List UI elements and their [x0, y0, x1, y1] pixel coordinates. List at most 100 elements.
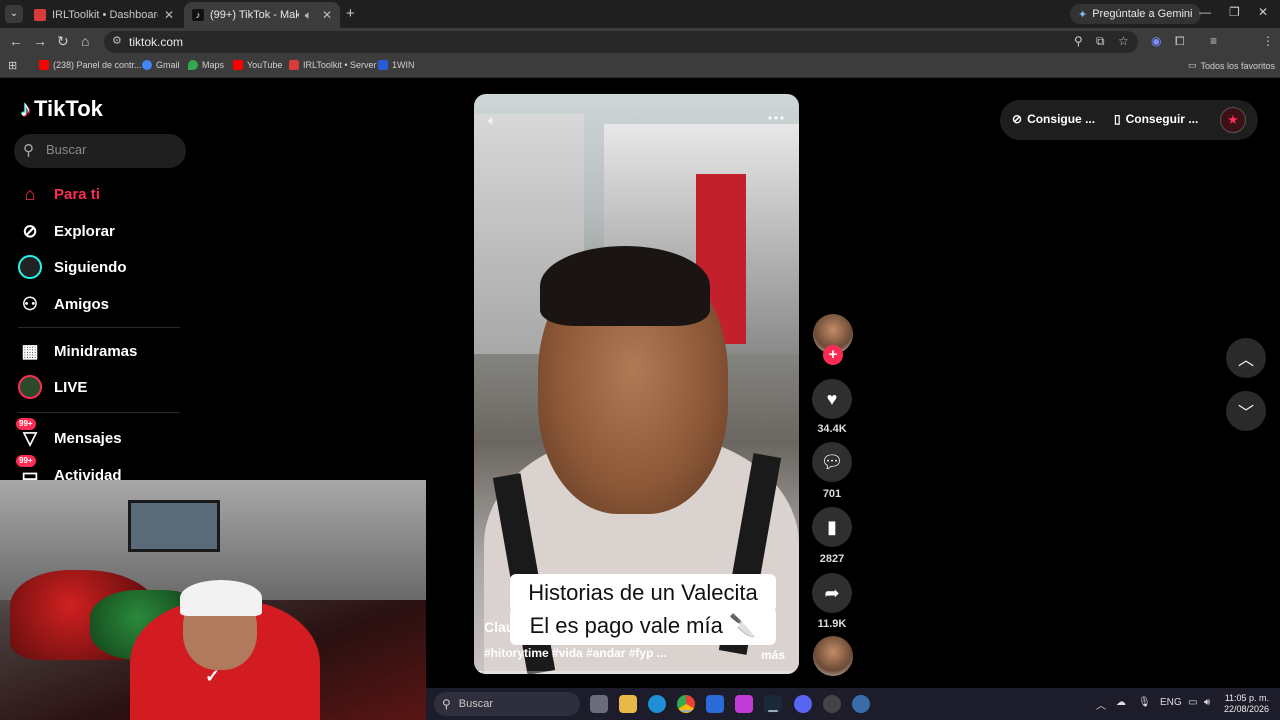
onedrive-icon[interactable]: ☁: [1116, 697, 1126, 708]
sidebar-item-para-ti[interactable]: ⌂ Para ti: [18, 179, 100, 209]
extensions-puzzle-icon[interactable]: ⧠: [1175, 34, 1185, 49]
search-input[interactable]: [46, 142, 176, 157]
search-icon: ⚲: [23, 142, 34, 159]
bookmark-label: 1WIN: [392, 60, 415, 70]
share-button[interactable]: ➦: [812, 573, 852, 613]
bookmark-star-icon[interactable]: ☆: [1118, 34, 1129, 48]
more-description-link[interactable]: más: [761, 648, 785, 662]
sidebar-item-siguiendo[interactable]: Siguiendo: [18, 252, 127, 282]
file-explorer-icon[interactable]: [619, 695, 637, 713]
video-player[interactable]: 🔈︎ ⋯ Claudio Historias de un Valecita El…: [474, 94, 799, 674]
steam-icon[interactable]: [764, 695, 782, 713]
tab-tiktok[interactable]: ♪ (99+) TikTok - Make Your Day 🔈︎ ✕: [184, 2, 340, 28]
reload-icon[interactable]: ↻: [57, 33, 69, 50]
discord-icon[interactable]: [794, 695, 812, 713]
gemini-button[interactable]: ✦ Pregúntale a Gemini: [1070, 4, 1201, 24]
search-box[interactable]: ⚲: [14, 134, 186, 168]
menu-icon[interactable]: ⋮: [1262, 34, 1274, 48]
heart-icon: ♥: [826, 388, 838, 409]
tab-irltoolkit[interactable]: IRLToolkit • Dashboard ✕: [26, 2, 182, 28]
volume-icon[interactable]: 🔊︎: [1204, 697, 1210, 708]
next-video-button[interactable]: ﹀: [1226, 391, 1266, 431]
sidebar-item-minidramas[interactable]: ▦ Minidramas: [18, 336, 137, 366]
store-icon[interactable]: [706, 695, 724, 713]
bookmark-1win[interactable]: 1WIN: [378, 60, 415, 70]
all-favorites-folder[interactable]: ▭ Todos los favoritos: [1188, 60, 1275, 71]
previous-video-button[interactable]: ︿: [1226, 338, 1266, 378]
get-coins-button[interactable]: ⊘ Consigue ...: [1012, 112, 1095, 126]
sidebar-item-live[interactable]: LIVE: [18, 372, 87, 402]
bookmarks-bar: ⊞ (238) Panel de contr... Gmail Maps You…: [0, 56, 1280, 78]
apps-grid-icon[interactable]: ⊞: [8, 59, 17, 72]
reading-list-icon[interactable]: ≡: [1210, 34, 1217, 48]
show-hidden-icons[interactable]: ︿: [1096, 697, 1106, 712]
film-icon: ▦: [21, 340, 39, 361]
close-window-button[interactable]: ✕: [1258, 5, 1268, 19]
install-app-icon[interactable]: ⧉: [1096, 34, 1105, 49]
tiktok-logo[interactable]: ♪ TikTok: [20, 96, 103, 122]
close-icon[interactable]: ✕: [322, 8, 332, 22]
microphone-icon[interactable]: 🎙︎: [1138, 697, 1151, 708]
profile-avatar[interactable]: ★: [1220, 107, 1246, 133]
edge-icon[interactable]: [648, 695, 666, 713]
taskbar-search[interactable]: ⚲ Buscar: [434, 692, 580, 716]
save-count: 2827: [819, 553, 845, 565]
bookmark-maps[interactable]: Maps: [188, 60, 224, 70]
sidebar-item-label: Para ti: [54, 185, 100, 203]
all-favorites-label: Todos los favoritos: [1200, 60, 1276, 71]
app-icon[interactable]: [735, 695, 753, 713]
language-indicator[interactable]: ENG: [1160, 697, 1182, 708]
bookmark-gmail[interactable]: Gmail: [142, 60, 180, 70]
restore-button[interactable]: ❐: [1229, 5, 1240, 19]
sound-avatar[interactable]: [813, 636, 853, 676]
system-clock[interactable]: 11:05 p. m. 22/08/2026: [1224, 693, 1269, 715]
activity-badge: 99+: [16, 455, 36, 467]
like-button[interactable]: ♥: [812, 379, 852, 419]
minimize-button[interactable]: —: [1199, 5, 1211, 19]
tiktok-note-icon: ♪: [20, 96, 31, 121]
new-tab-button[interactable]: +: [346, 5, 355, 22]
obs-icon[interactable]: [823, 695, 841, 713]
like-count: 34.4K: [817, 423, 847, 435]
bookmark-irltoolkit-server[interactable]: IRLToolkit • Server: [289, 60, 377, 70]
mute-icon[interactable]: 🔈︎: [305, 8, 312, 23]
extension-icon[interactable]: ◉: [1151, 34, 1161, 48]
back-icon[interactable]: ←: [9, 33, 23, 49]
more-options-icon[interactable]: ⋯: [767, 108, 785, 129]
settings-icon[interactable]: [852, 695, 870, 713]
sidebar-item-mensajes[interactable]: ▽ 99+ Mensajes: [16, 418, 122, 453]
compass-icon: ⊘: [22, 220, 38, 241]
follow-plus-icon[interactable]: +: [823, 345, 843, 365]
coin-icon: ⊘: [1012, 112, 1023, 126]
sidebar-item-amigos[interactable]: ⚇ Amigos: [18, 289, 109, 319]
comment-button[interactable]: 💬︎: [812, 442, 852, 482]
bookmark-label: Maps: [202, 60, 225, 70]
home-icon[interactable]: ⌂: [81, 33, 89, 49]
sidebar-item-explorar[interactable]: ⊘ Explorar: [18, 216, 114, 246]
video-progress-bar[interactable]: [474, 671, 799, 674]
messages-icon: ▽ 99+: [16, 418, 42, 450]
youtube-icon: [39, 60, 49, 70]
get-app-button[interactable]: ▯ Conseguir ...: [1114, 112, 1198, 126]
site-info-icon[interactable]: ⚙: [112, 34, 122, 47]
chrome-icon[interactable]: [677, 695, 695, 713]
volume-icon[interactable]: 🔈︎: [488, 112, 496, 129]
chevron-up-icon: ︿: [1237, 352, 1254, 369]
tab-search-icon[interactable]: ⌄: [5, 5, 23, 23]
video-hashtags[interactable]: #hitorytime #vida #andar #fyp ...: [484, 646, 667, 660]
tab-title: IRLToolkit • Dashboard: [52, 9, 158, 21]
network-icon[interactable]: ▭: [1188, 697, 1197, 708]
close-icon[interactable]: ✕: [164, 8, 174, 22]
bookmark-panel[interactable]: (238) Panel de contr...: [39, 60, 142, 70]
bookmark-youtube[interactable]: YouTube: [233, 60, 282, 70]
live-icon: [18, 375, 42, 399]
address-bar[interactable]: ⚙ tiktok.com: [104, 31, 1138, 53]
save-button[interactable]: ▮: [812, 507, 852, 547]
forward-icon[interactable]: →: [33, 33, 47, 49]
task-view-icon[interactable]: [590, 695, 608, 713]
irltoolkit-icon: [289, 60, 299, 70]
folder-icon: ▭: [1188, 60, 1197, 70]
webcam-monitor: [128, 500, 220, 552]
chevron-down-icon: ﹀: [1237, 405, 1254, 422]
zoom-icon[interactable]: ⚲: [1074, 34, 1083, 48]
